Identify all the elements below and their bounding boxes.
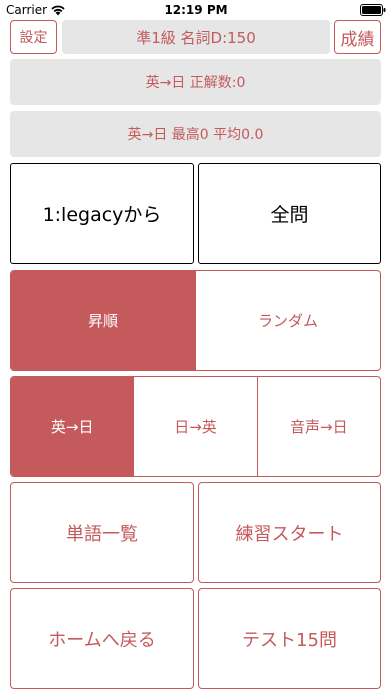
status-bar: Carrier 12:19 PM: [0, 0, 392, 20]
test-15-button[interactable]: テスト15問: [198, 588, 381, 689]
order-ascending-segment[interactable]: 昇順: [11, 271, 195, 370]
range-from-legacy-button[interactable]: 1:legacyから: [10, 163, 194, 264]
direction-ja-en-segment[interactable]: 日→英: [133, 377, 256, 476]
direction-segmented-control: 英→日 日→英 音声→日: [10, 376, 381, 477]
range-all-button[interactable]: 全問: [198, 163, 381, 264]
direction-audio-ja-segment[interactable]: 音声→日: [256, 377, 380, 476]
order-random-segment[interactable]: ランダム: [195, 271, 380, 370]
back-home-button[interactable]: ホームへ戻る: [10, 588, 194, 689]
score-stats-display: 英→日 最高0 平均0.0: [10, 111, 381, 157]
direction-en-ja-segment[interactable]: 英→日: [11, 377, 134, 476]
results-button[interactable]: 成績: [334, 20, 381, 54]
word-list-button[interactable]: 単語一覧: [10, 482, 194, 583]
page-title: 準1級 名詞D:150: [62, 20, 330, 54]
battery-icon: [360, 4, 386, 16]
correct-count-display: 英→日 正解数:0: [10, 59, 381, 105]
practice-start-button[interactable]: 練習スタート: [198, 482, 381, 583]
settings-button[interactable]: 設定: [10, 20, 57, 54]
order-segmented-control: 昇順 ランダム: [10, 270, 381, 371]
status-time: 12:19 PM: [164, 3, 228, 17]
